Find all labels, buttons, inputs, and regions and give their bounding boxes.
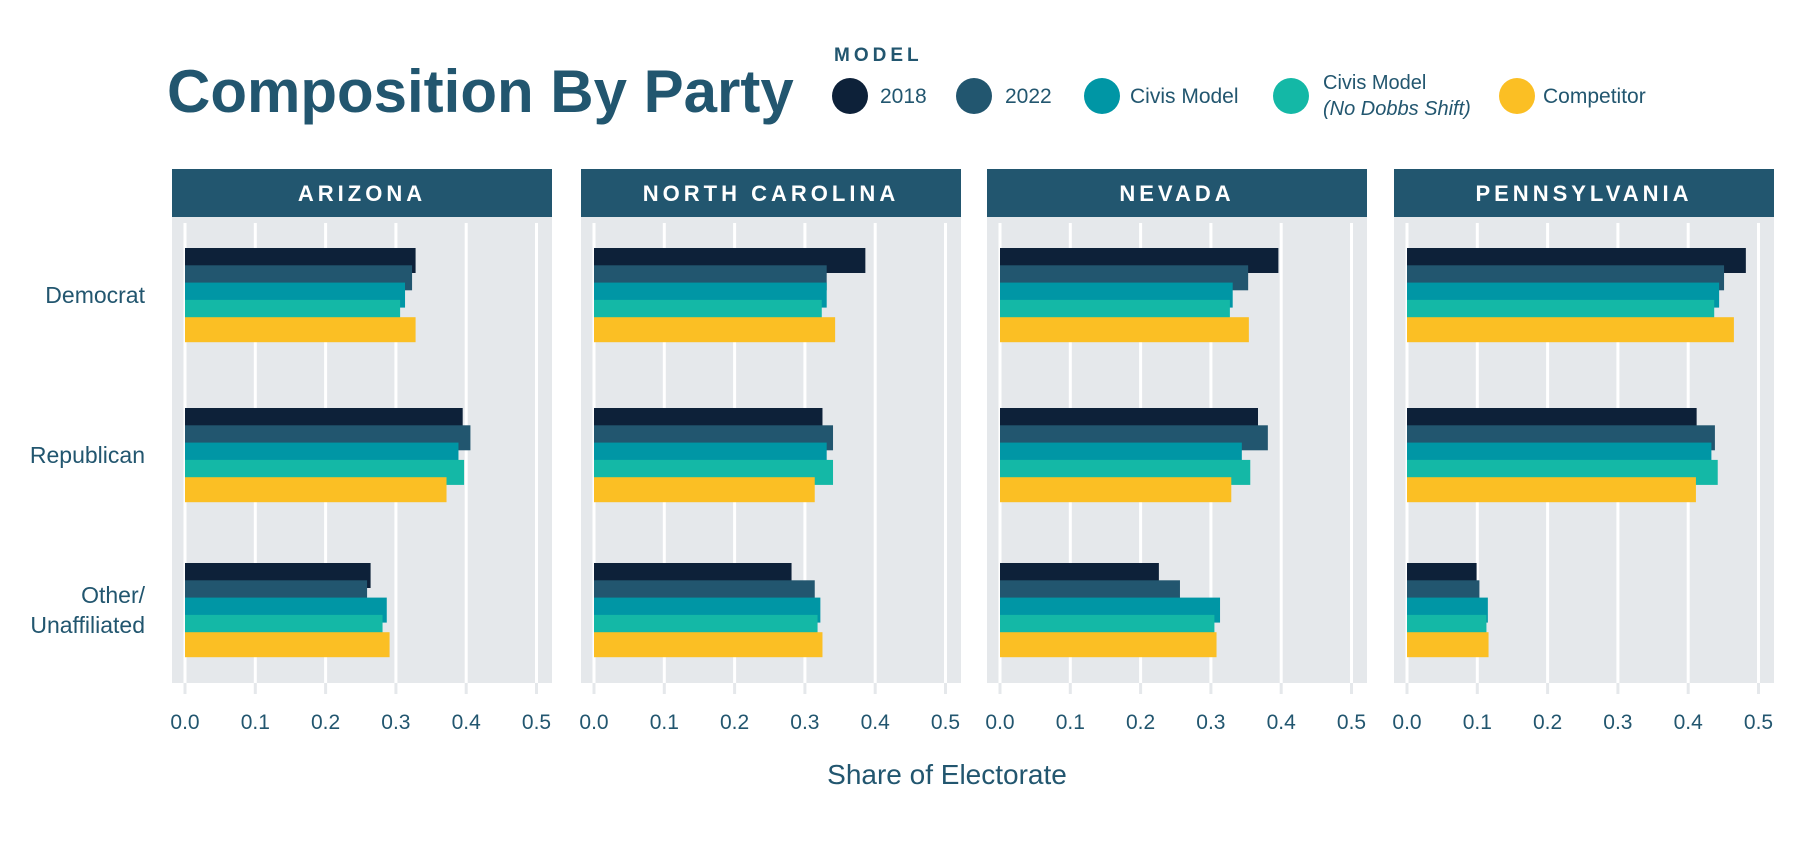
bar-other-unaffiliated-4 [1407, 632, 1489, 658]
legend-label: 2022 [1005, 85, 1052, 108]
bar-republican-4 [594, 477, 815, 503]
x-tick-label: 0.2 [720, 711, 749, 734]
panel-header-label: ARIZONA [298, 181, 426, 206]
x-tick-label: 0.5 [1744, 711, 1773, 734]
legend-swatch-icon [1499, 78, 1535, 114]
legend-sublabel: (No Dobbs Shift) [1323, 98, 1471, 120]
y-category-label: Unaffiliated [30, 612, 145, 638]
bar-republican-4 [185, 477, 447, 503]
legend-label: 2018 [880, 85, 927, 108]
legend-swatch-icon [1273, 78, 1309, 114]
x-tick-label: 0.2 [1126, 711, 1155, 734]
x-tick-label: 0.1 [650, 711, 679, 734]
x-tick-label: 0.0 [985, 711, 1014, 734]
x-tick-label: 0.1 [1056, 711, 1085, 734]
panel-pennsylvania: PENNSYLVANIA 0.0 0.1 0.2 0.3 0.4 0.5 [1392, 169, 1774, 734]
bar-other-unaffiliated-4 [1000, 632, 1217, 658]
x-tick-label: 0.3 [790, 711, 819, 734]
legend-label: Civis Model [1323, 72, 1426, 94]
bar-republican-4 [1407, 477, 1696, 503]
panel-nevada: NEVADA 0.0 0.1 0.2 0.3 0.4 0.5 [985, 169, 1367, 734]
y-category-label: Democrat [45, 282, 145, 308]
x-tick-label: 0.4 [452, 711, 482, 734]
panel-header-label: PENNSYLVANIA [1475, 181, 1692, 206]
legend-item: Competitor [1499, 78, 1646, 114]
bar-other-unaffiliated-4 [594, 632, 823, 658]
bar-democrat-4 [185, 317, 416, 343]
legend-swatch-icon [832, 78, 868, 114]
legend-item: Civis Model [1084, 78, 1239, 114]
bar-other-unaffiliated-4 [185, 632, 390, 658]
category-labels: Democrat Republican Other/Unaffiliated [30, 282, 146, 638]
facet-panels: ARIZONA 0.0 0.1 0.2 0.3 0.4 0.5 NORTH CAROLINA 0… [170, 169, 1774, 734]
chart-title: Composition By Party [167, 58, 794, 125]
x-tick-label: 0.5 [522, 711, 551, 734]
panel-header-label: NEVADA [1119, 181, 1234, 206]
bar-republican-4 [1000, 477, 1232, 503]
legend-title: MODEL [834, 45, 923, 66]
x-tick-label: 0.0 [1392, 711, 1421, 734]
x-tick-label: 0.5 [931, 711, 960, 734]
legend-label: Competitor [1543, 85, 1646, 108]
x-tick-label: 0.3 [1196, 711, 1225, 734]
x-tick-label: 0.2 [311, 711, 340, 734]
bar-democrat-4 [1000, 317, 1249, 343]
x-tick-label: 0.4 [861, 711, 891, 734]
legend-item: Civis Model (No Dobbs Shift) [1273, 72, 1471, 120]
x-tick-label: 0.5 [1337, 711, 1366, 734]
legend: MODEL 2018 2022 Civis Model Civis Model (No … [832, 45, 1646, 120]
x-tick-label: 0.4 [1674, 711, 1704, 734]
x-axis-title: Share of Electorate [827, 759, 1067, 790]
legend-swatch-icon [956, 78, 992, 114]
bar-democrat-4 [594, 317, 836, 343]
legend-item: 2022 [956, 78, 1052, 114]
x-tick-label: 0.2 [1533, 711, 1562, 734]
panel-header-label: NORTH CAROLINA [643, 181, 899, 206]
x-tick-label: 0.1 [241, 711, 270, 734]
x-tick-label: 0.3 [381, 711, 410, 734]
panel-arizona: ARIZONA 0.0 0.1 0.2 0.3 0.4 0.5 [170, 169, 552, 734]
x-tick-label: 0.4 [1267, 711, 1297, 734]
x-tick-label: 0.3 [1603, 711, 1632, 734]
x-tick-label: 0.0 [170, 711, 199, 734]
legend-item: 2018 [832, 78, 927, 114]
y-category-label: Other/ [81, 582, 146, 608]
legend-label: Civis Model [1130, 85, 1239, 108]
x-tick-label: 0.1 [1463, 711, 1492, 734]
x-tick-label: 0.0 [579, 711, 608, 734]
legend-swatch-icon [1084, 78, 1120, 114]
y-category-label: Republican [30, 442, 145, 468]
panel-north-carolina: NORTH CAROLINA 0.0 0.1 0.2 0.3 0.4 0.5 [579, 169, 961, 734]
bar-democrat-4 [1407, 317, 1734, 343]
composition-by-party-chart: Composition By Party MODEL 2018 2022 Civis… [30, 45, 1774, 790]
